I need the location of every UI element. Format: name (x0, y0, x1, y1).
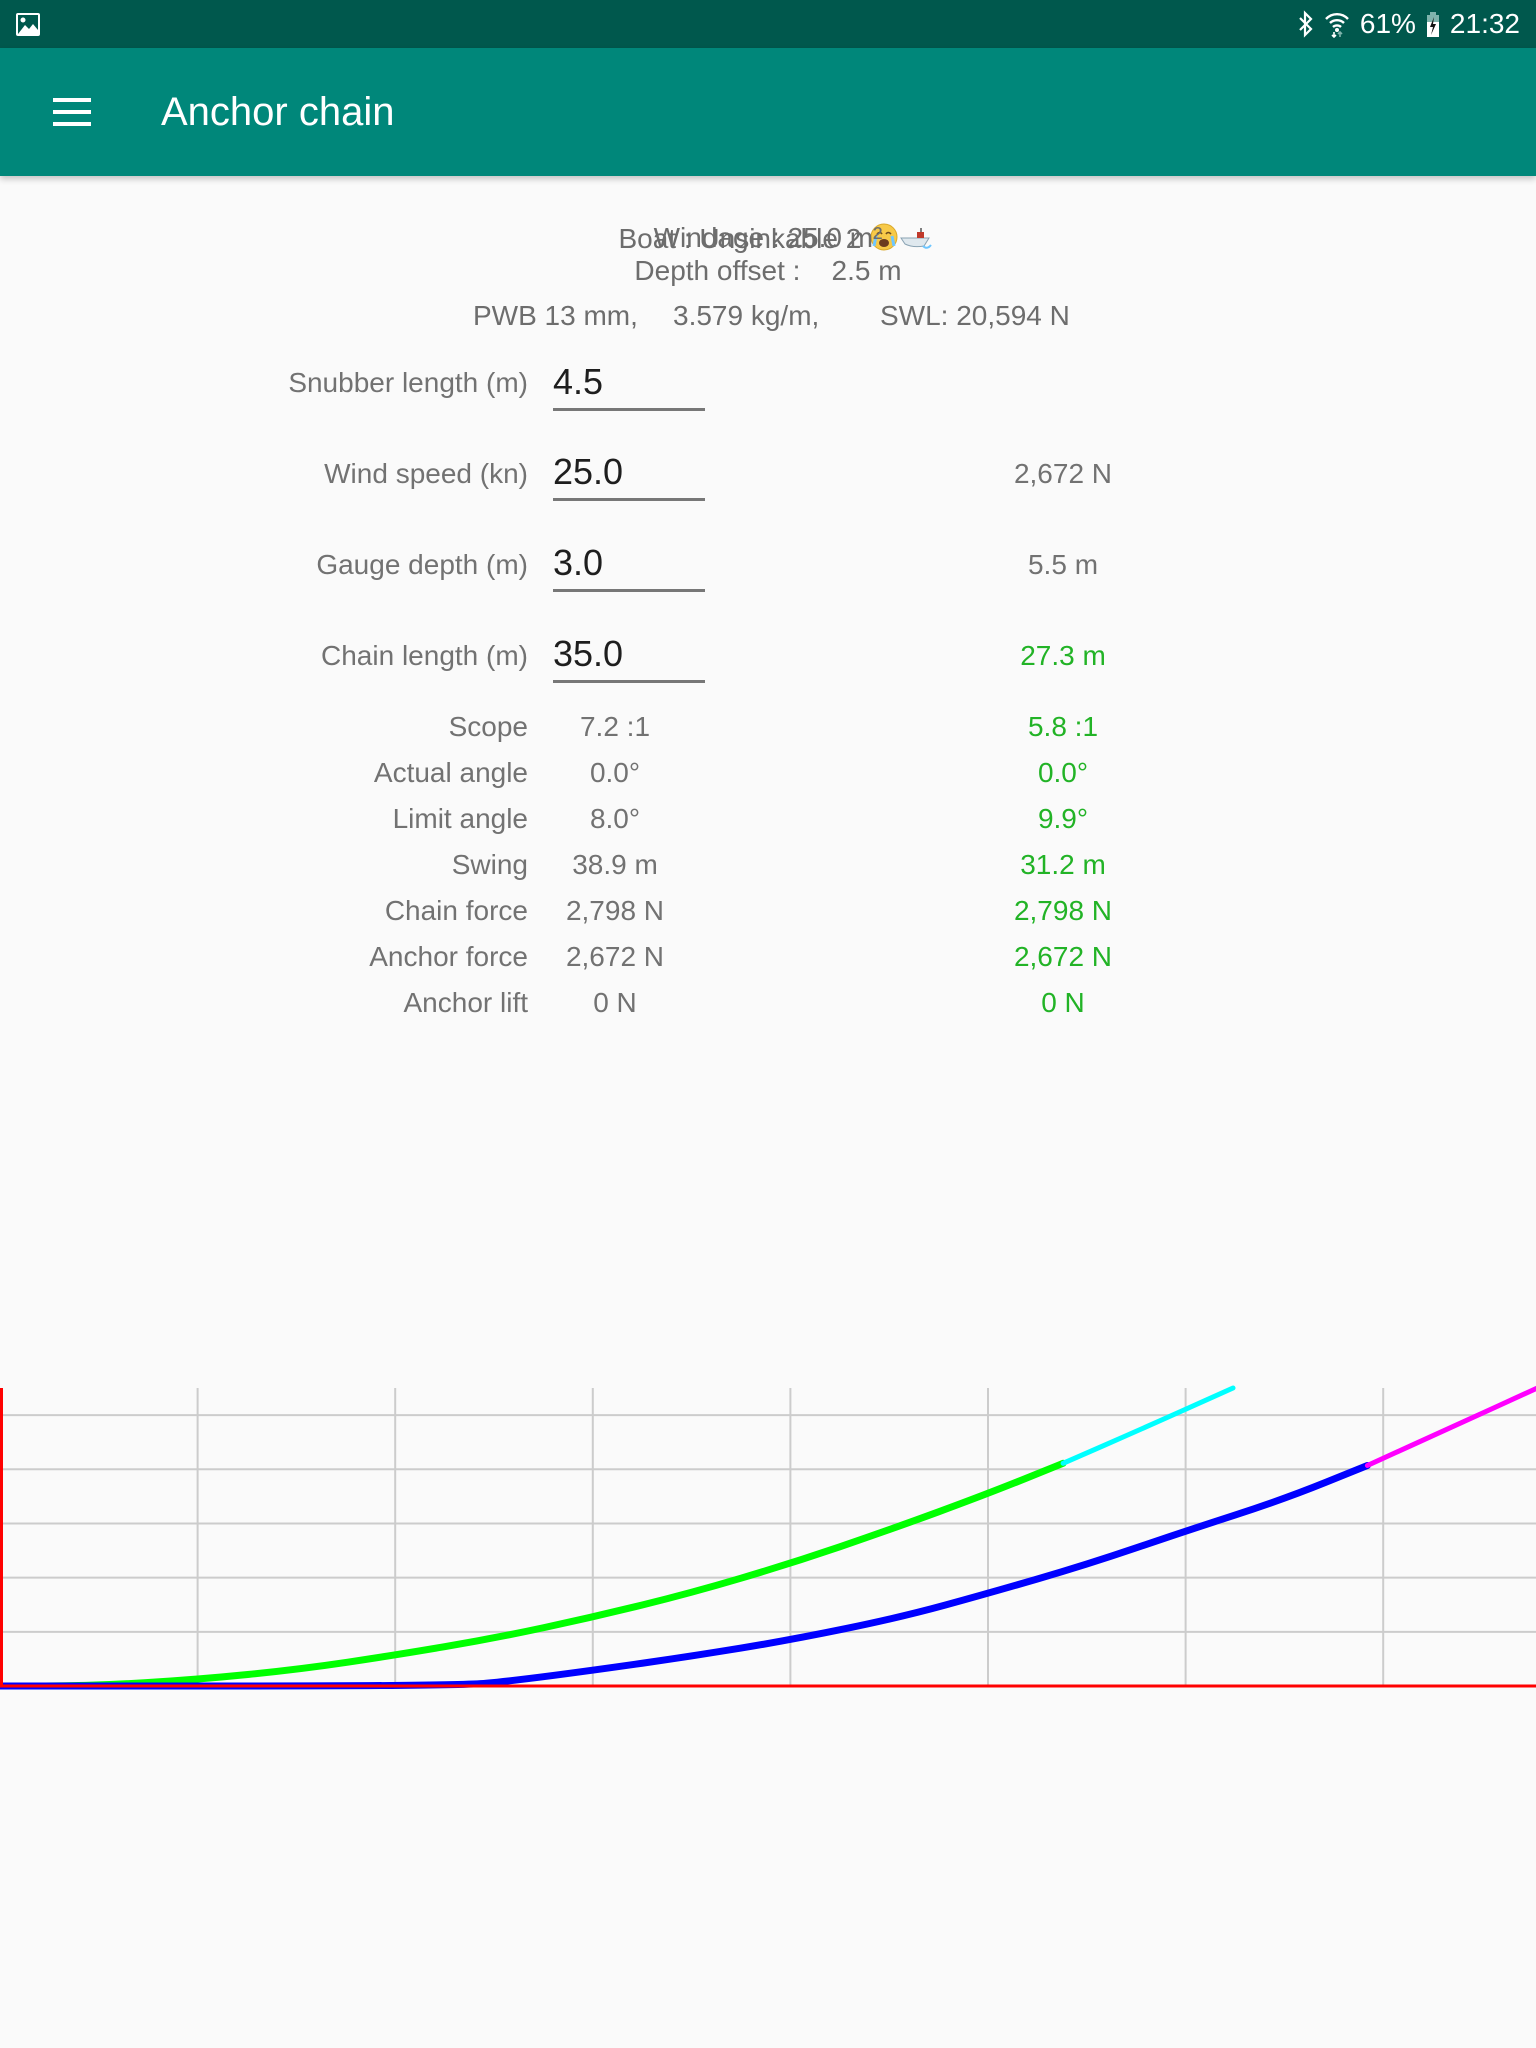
wifi-icon (1324, 13, 1349, 38)
wind-force-result: 2,672 N (1013, 458, 1113, 489)
series-actual-snubber (1364, 1385, 1536, 1468)
battery-charging-icon (1426, 12, 1439, 37)
battery-percent: 61% (1359, 8, 1416, 39)
stat-value: 38.9 m (572, 849, 658, 880)
stat-label: Limit angle (392, 803, 528, 834)
depth-offset-line: Depth offset : 2.5 m (634, 255, 902, 286)
stat-label: Actual angle (373, 757, 528, 788)
gallery-icon (16, 13, 40, 36)
chain-length-input[interactable] (553, 628, 705, 683)
stat-label: Chain force (384, 895, 528, 926)
stat-label: Anchor force (369, 941, 528, 972)
stat-optimal: 2,672 N (1013, 941, 1113, 972)
stat-optimal: 9.9° (1037, 803, 1089, 834)
app-toolbar: Anchor chain (0, 48, 1536, 176)
snubber-length-label: Snubber length (m) (288, 367, 528, 398)
stat-optimal: 0.0° (1037, 757, 1089, 788)
clock: 21:32 (1449, 8, 1520, 39)
series-actual-chain (0, 1461, 1371, 1690)
stat-value: 2,798 N (565, 895, 665, 926)
optimal-chain-length: 27.3 m (1020, 640, 1106, 671)
stat-label: Scope (448, 711, 528, 742)
stat-value: 0.0° (589, 757, 641, 788)
windage-line: Windage : 25.0 m² (653, 222, 883, 253)
chain-swl: SWL: 20,594 N (880, 300, 1070, 331)
stat-label: Anchor lift (403, 987, 529, 1018)
stat-optimal: 2,798 N (1013, 895, 1113, 926)
total-depth-result: 5.5 m (1027, 549, 1099, 580)
chain-pwb: PWB 13 mm, (473, 300, 638, 331)
stat-value: 8.0° (589, 803, 641, 834)
bluetooth-icon (1299, 10, 1313, 38)
chart-series (0, 1385, 1536, 1690)
chain-profile-chart (0, 1385, 1536, 1690)
chain-weight: 3.579 kg/m, (673, 300, 820, 331)
page-title: Anchor chain (161, 90, 395, 134)
hamburger-menu-icon[interactable] (40, 86, 104, 138)
stat-value: 2,672 N (565, 941, 665, 972)
stat-optimal: 31.2 m (1020, 849, 1106, 880)
status-bar: 61% 21:32 (0, 0, 1536, 48)
stat-label: Swing (451, 849, 528, 880)
series-optimal-snubber (1060, 1385, 1236, 1466)
wind-speed-label: Wind speed (kn) (324, 458, 528, 489)
stat-optimal: 5.8 :1 (1027, 711, 1099, 742)
stat-value: 7.2 :1 (579, 711, 651, 742)
chain-length-label: Chain length (m) (321, 640, 528, 671)
series-optimal-chain (0, 1459, 1067, 1690)
wind-speed-input[interactable] (553, 446, 705, 501)
gauge-depth-label: Gauge depth (m) (316, 549, 528, 580)
gauge-depth-input[interactable] (553, 537, 705, 592)
stat-optimal: 0 N (1041, 987, 1085, 1018)
stat-value: 0 N (593, 987, 637, 1018)
snubber-length-input[interactable] (553, 356, 705, 411)
